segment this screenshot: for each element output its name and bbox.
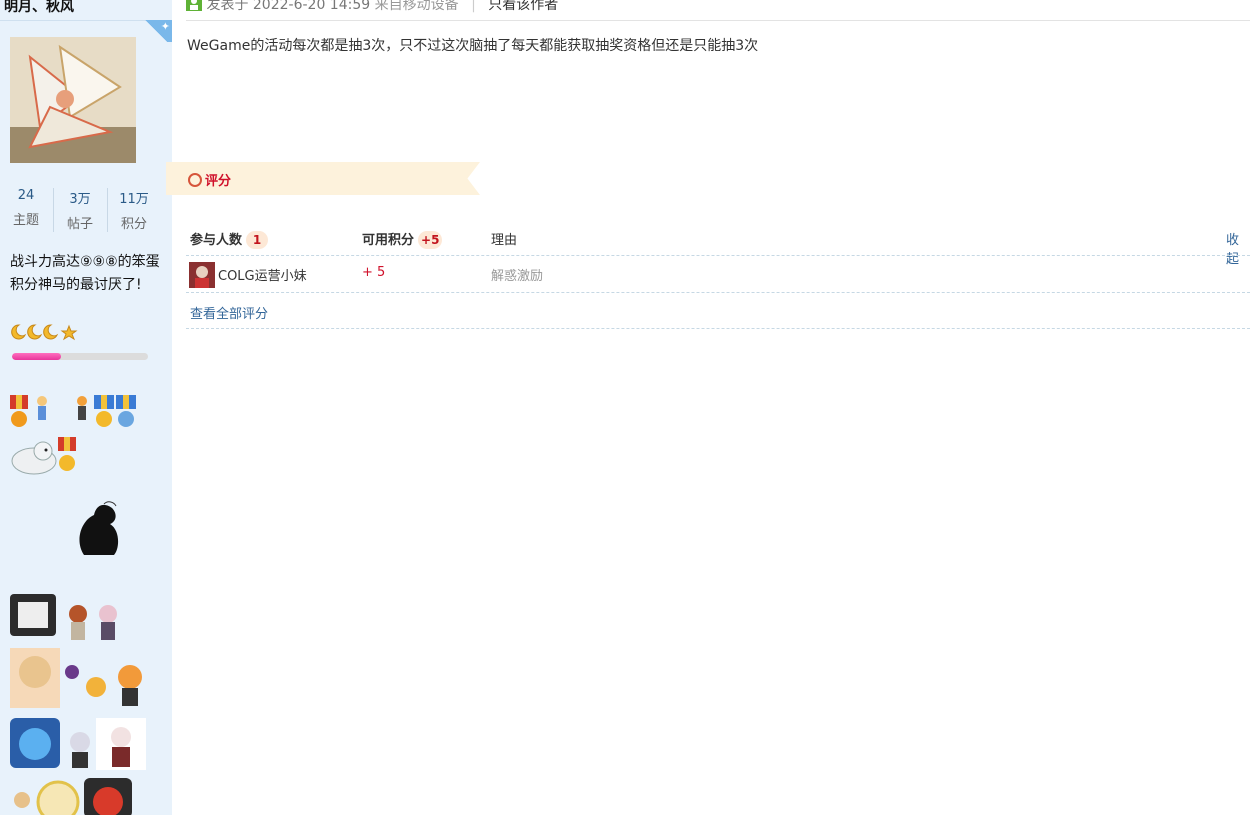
character-icon [86,677,106,697]
creature-icon [79,501,119,555]
level-progress-fill [12,353,61,360]
medal-icon [58,437,76,471]
rater-avatar-image [189,262,215,288]
character-icon [70,732,90,768]
medal-icon [116,395,136,427]
header-reason: 理由 [491,233,518,248]
divider [186,255,1250,256]
user-sidebar: 明月、秋风 ✦ 24 主题 3万 帖子 11万 积分 战斗力高达⑨⑨⑧的笨蛋积分… [0,0,172,815]
stat-value: 3万 [69,192,91,207]
stat-credits[interactable]: 11万 积分 [108,188,160,232]
participants-count: 1 [246,231,269,249]
character-icon [14,792,30,808]
username[interactable]: 明月、秋风 [4,0,74,16]
level-icons [10,323,80,341]
medal-icon [94,395,114,427]
header-points: 可用积分 +5 [362,229,443,249]
post-content: WeGame的活动每次都是抽3次，只不过这次脑抽了每天都能获取抽奖资格但还是只能… [187,38,759,54]
stat-label: 主题 [12,213,39,228]
divider: | [471,0,476,13]
header-participants: 参与人数 1 [190,229,269,249]
mobile-user-icon [186,0,202,11]
character-icon [77,396,87,420]
post-source: 来自移动设备 [374,0,459,13]
android-icon: ✦ [160,20,170,33]
header-label: 参与人数 [190,233,243,248]
divider [186,292,1250,293]
stat-topics[interactable]: 24 主题 [0,188,52,228]
character-icon [99,605,117,640]
medal-icon [10,395,28,427]
post-time: 发表于 2022-6-20 14:59 [206,0,371,13]
character-icon [37,396,47,420]
stat-label: 积分 [120,217,147,232]
stat-value: 11万 [119,192,149,207]
moon-icon [11,324,78,341]
medals[interactable] [8,393,140,483]
corner-badge: ✦ [140,20,172,42]
character-icon [111,727,131,767]
rater-reason: 解惑激励 [491,269,544,284]
divider [186,328,1250,329]
header-label: 可用积分 [362,233,415,248]
rating-title: 评分 [205,174,232,189]
divider [186,20,1250,21]
rating-circle-icon [188,173,202,187]
view-all-ratings-link[interactable]: 查看全部评分 [190,303,268,322]
level-progress-bar [12,353,148,360]
stat-value: 24 [17,188,35,203]
seal-icon [11,441,57,475]
rater-score: + 5 [362,265,386,280]
rater-name[interactable]: COLG运营小妹 [218,265,307,284]
stat-label: 帖子 [66,217,93,232]
points-total: +5 [418,231,443,249]
avatar[interactable] [10,37,136,163]
character-collection[interactable] [8,592,153,815]
only-author-link[interactable]: 只看该作者 [488,0,558,13]
character-icon [69,605,87,640]
post-meta: 发表于 2022-6-20 14:59 来自移动设备 | 只看该作者 [186,0,558,14]
character-icon [65,665,79,679]
stat-posts[interactable]: 3万 帖子 [54,188,106,232]
character-icon [118,665,142,706]
rater-avatar[interactable] [189,262,215,288]
collapse-link[interactable]: 收起 [1226,229,1250,267]
avatar-image [10,37,136,163]
user-title: 战斗力高达⑨⑨⑧的笨蛋积分神马的最讨厌了! [10,254,160,293]
